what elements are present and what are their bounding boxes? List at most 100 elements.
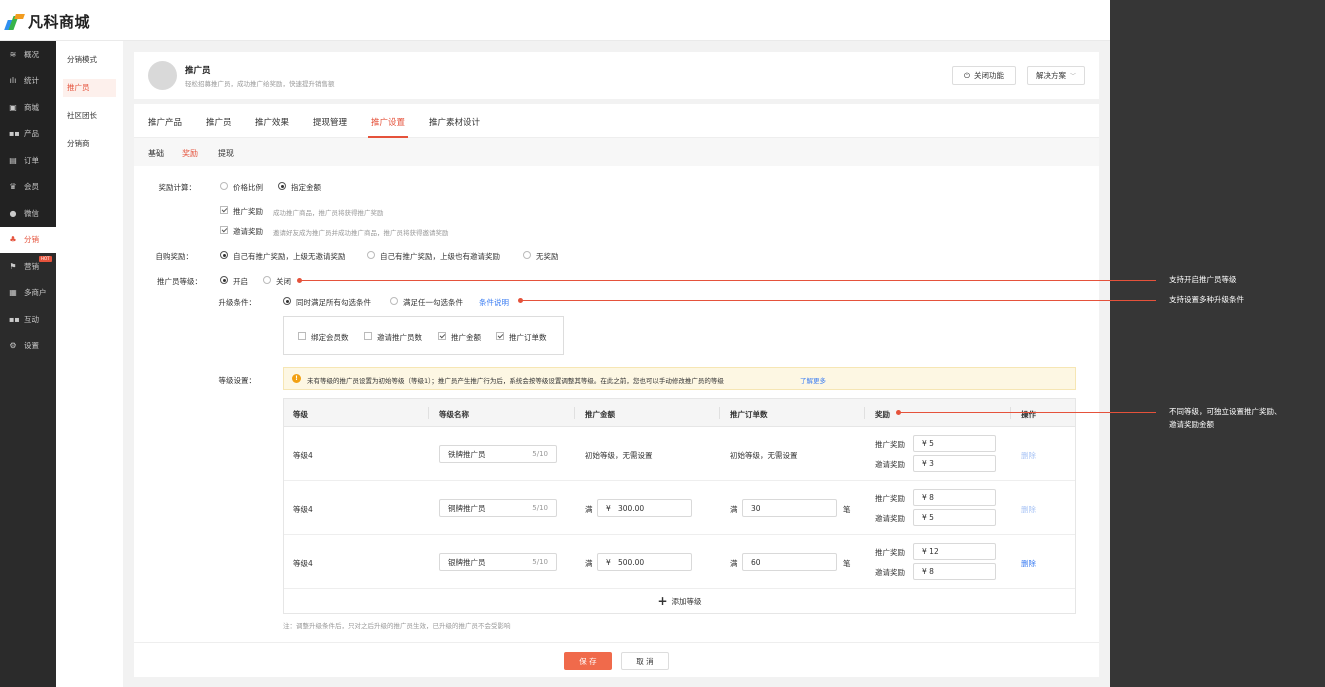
currency-symbol: ¥ bbox=[922, 567, 927, 576]
checkbox-promo-amount[interactable] bbox=[438, 332, 446, 340]
subtab-reward[interactable]: 奖励 bbox=[182, 148, 198, 159]
warning-icon: ! bbox=[292, 374, 301, 383]
sidebar-item-orders[interactable]: ▤ 订单 bbox=[0, 147, 56, 174]
delete-button[interactable]: 删除 bbox=[1021, 504, 1036, 515]
sidebar-item-wechat[interactable]: ● 微信 bbox=[0, 200, 56, 227]
tab-promo-material-design[interactable]: 推广素材设计 bbox=[429, 116, 480, 128]
promo-reward-input[interactable]: ¥ 12 bbox=[913, 543, 996, 560]
currency-symbol: ¥ bbox=[922, 493, 927, 502]
checkbox-bind-members[interactable] bbox=[298, 332, 306, 340]
col-divider bbox=[719, 407, 720, 419]
logo[interactable]: 凡科商城 bbox=[4, 11, 91, 32]
radio-level-on[interactable] bbox=[220, 276, 228, 284]
apps-icon: ▪▪ bbox=[9, 314, 20, 324]
self-buy-option-2-label: 自己有推广奖励，上级也有邀请奖励 bbox=[380, 252, 500, 261]
sidebar-item-interaction[interactable]: ▪▪ 互动 bbox=[0, 306, 56, 333]
plus-icon: + bbox=[657, 594, 668, 608]
sidebar-item-multi-merchant[interactable]: ▦ 多商户 bbox=[0, 280, 56, 307]
checkbox-promo-orders[interactable] bbox=[496, 332, 504, 340]
invite-reward-value: 5 bbox=[929, 513, 934, 522]
subtab-basic[interactable]: 基础 bbox=[148, 148, 164, 159]
save-button[interactable]: 保 存 bbox=[564, 652, 612, 670]
crown-icon: ♛ bbox=[9, 182, 17, 192]
level-name-input[interactable]: 铜牌推广员 5/10 bbox=[439, 499, 557, 517]
subnav-item-promoter[interactable]: 推广员 bbox=[63, 79, 116, 97]
radio-self-buy-option-2[interactable] bbox=[367, 251, 375, 259]
tab-promote-products[interactable]: 推广产品 bbox=[148, 116, 182, 128]
sub-navigation: 分销模式 推广员 社区团长 分销商 bbox=[56, 41, 123, 687]
tab-withdraw-management[interactable]: 提现管理 bbox=[313, 116, 347, 128]
col-divider bbox=[574, 407, 575, 419]
level-off-label: 关闭 bbox=[276, 277, 291, 286]
sidebar-item-label: 多商户 bbox=[24, 288, 47, 298]
subnav-item-community-leader[interactable]: 社区团长 bbox=[63, 107, 116, 125]
learn-more-link[interactable]: 了解更多 bbox=[800, 375, 826, 385]
invite-reward-input[interactable]: ¥ 3 bbox=[913, 455, 996, 472]
self-buy-option-1-label: 自己有推广奖励，上级无邀请奖励 bbox=[233, 252, 346, 261]
radio-fixed-amount[interactable] bbox=[278, 182, 286, 190]
sidebar-item-members[interactable]: ♛ 会员 bbox=[0, 174, 56, 201]
radio-level-off[interactable] bbox=[263, 276, 271, 284]
row-level: 等级4 bbox=[293, 559, 313, 568]
sidebar-item-distribution[interactable]: ♣ 分销 bbox=[0, 226, 56, 253]
sidebar-item-label: 会员 bbox=[24, 182, 39, 192]
promo-reward-input[interactable]: ¥ 8 bbox=[913, 489, 996, 506]
delete-button[interactable]: 删除 bbox=[1021, 558, 1036, 569]
radio-upgrade-all[interactable] bbox=[283, 297, 291, 305]
hot-badge: HOT bbox=[39, 256, 52, 262]
invite-reward-label: 邀请奖励 bbox=[233, 227, 263, 236]
promo-amount-input[interactable]: ¥ 300.00 bbox=[597, 499, 692, 517]
annotation-line bbox=[899, 412, 1156, 413]
self-buy-label: 自购奖励： bbox=[155, 252, 194, 261]
radio-self-buy-none[interactable] bbox=[523, 251, 531, 259]
sidebar-item-store[interactable]: ▣ 商城 bbox=[0, 94, 56, 121]
solution-dropdown[interactable]: 解决方案 ﹀ bbox=[1027, 66, 1085, 85]
promoter-header-card: 推广员 轻松招募推广员，成功推广给奖励，快速提升销售额 ⏻ 关闭功能 解决方案 ﹀ bbox=[134, 52, 1099, 99]
sidebar-item-marketing[interactable]: ⚑ 营销 HOT bbox=[0, 253, 56, 280]
promo-reward-value: 12 bbox=[929, 547, 939, 556]
add-level-button[interactable]: + 添加等级 bbox=[284, 589, 1075, 613]
promo-orders-initial: 初始等级，无需设置 bbox=[730, 451, 798, 460]
invite-reward-input[interactable]: ¥ 8 bbox=[913, 563, 996, 580]
currency-symbol: ¥ bbox=[606, 503, 611, 513]
radio-price-ratio-label: 价格比例 bbox=[233, 183, 263, 192]
invite-reward-input[interactable]: ¥ 5 bbox=[913, 509, 996, 526]
bind-members-label: 绑定会员数 bbox=[311, 333, 349, 342]
promo-reward-input[interactable]: ¥ 5 bbox=[913, 435, 996, 452]
sidebar-item-settings[interactable]: ⚙ 设置 bbox=[0, 333, 56, 360]
delete-button[interactable]: 删除 bbox=[1021, 450, 1036, 461]
invite-reward-label: 邀请奖励 bbox=[875, 514, 905, 523]
radio-upgrade-any[interactable] bbox=[390, 297, 398, 305]
promo-amount-input[interactable]: ¥ 500.00 bbox=[597, 553, 692, 571]
checkbox-invite-reward[interactable] bbox=[220, 226, 228, 234]
subtab-withdraw[interactable]: 提现 bbox=[218, 148, 234, 159]
logo-text: 凡科商城 bbox=[28, 13, 91, 31]
close-feature-button[interactable]: ⏻ 关闭功能 bbox=[952, 66, 1016, 85]
orders-unit: 笔 bbox=[843, 505, 851, 514]
cancel-button[interactable]: 取 消 bbox=[621, 652, 669, 670]
radio-price-ratio[interactable] bbox=[220, 182, 228, 190]
sidebar-item-products[interactable]: ▪▪ 产品 bbox=[0, 121, 56, 148]
checkbox-invite-promoters[interactable] bbox=[364, 332, 372, 340]
orders-unit: 笔 bbox=[843, 559, 851, 568]
flag-icon: ⚑ bbox=[9, 261, 17, 271]
radio-self-buy-option-1[interactable] bbox=[220, 251, 228, 259]
grid-icon: ▪▪ bbox=[9, 129, 20, 139]
level-name-input[interactable]: 铁牌推广员 5/10 bbox=[439, 445, 557, 463]
checkbox-promo-reward[interactable] bbox=[220, 206, 228, 214]
sidebar-item-overview[interactable]: ≋ 概况 bbox=[0, 41, 56, 68]
tab-promo-effect[interactable]: 推广效果 bbox=[255, 116, 289, 128]
tab-promoters[interactable]: 推广员 bbox=[206, 116, 232, 128]
promo-orders-input[interactable]: 60 bbox=[742, 553, 837, 571]
level-name-input[interactable]: 银牌推广员 5/10 bbox=[439, 553, 557, 571]
subnav-item-distribution-mode[interactable]: 分销模式 bbox=[63, 51, 116, 69]
annotation-level: 支持开启推广员等级 bbox=[1169, 275, 1237, 284]
tab-promo-settings[interactable]: 推广设置 bbox=[371, 116, 405, 128]
sidebar-item-stats[interactable]: ılı 统计 bbox=[0, 68, 56, 95]
condition-explain-link[interactable]: 条件说明 bbox=[479, 297, 509, 308]
solution-label: 解决方案 bbox=[1035, 71, 1066, 80]
promo-reward-value: 5 bbox=[929, 439, 934, 448]
promo-orders-input[interactable]: 30 bbox=[742, 499, 837, 517]
invite-reward-label: 邀请奖励 bbox=[875, 568, 905, 577]
subnav-item-distributor[interactable]: 分销商 bbox=[63, 135, 116, 153]
